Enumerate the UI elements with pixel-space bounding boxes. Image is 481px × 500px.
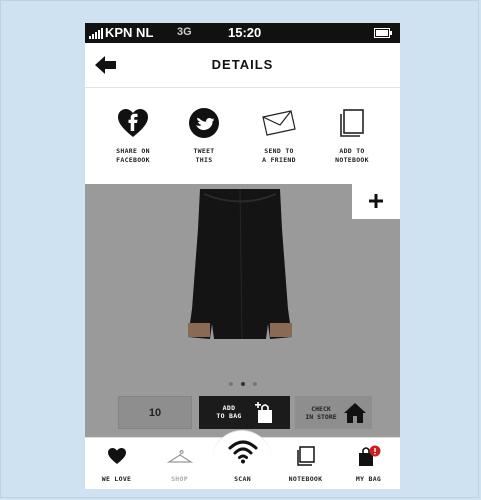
tab-shop[interactable]: SHOP (148, 438, 211, 489)
plus-icon (369, 194, 383, 208)
carrier-name: KPN NL (105, 25, 154, 40)
page-title: DETAILS (211, 57, 274, 72)
tab-my-bag-label: MY BAG (355, 475, 382, 483)
tab-we-love[interactable]: WE LOVE (85, 438, 148, 489)
add-to-bag-button[interactable]: ADD TO BAG (199, 396, 290, 429)
tab-bar: WE LOVE SHOP SCAN NOTEBOOK MY BAG (85, 430, 400, 489)
bag-plus-icon (255, 402, 272, 423)
envelope-icon (262, 110, 296, 136)
tab-shop-label: SHOP (171, 475, 188, 483)
tweet-label-1: TWEET (193, 147, 215, 155)
share-facebook-label-1: SHARE ON (116, 147, 150, 155)
phone-screen: KPN NL 3G 15:20 DETAILS SHARE ON FACEBOO… (85, 23, 400, 489)
tab-scan[interactable]: SCAN (211, 438, 274, 489)
twitter-bird-icon (189, 108, 219, 138)
nav-bar: DETAILS (85, 43, 400, 88)
shopping-bag-icon (358, 445, 380, 466)
wifi-scan-icon (228, 440, 257, 464)
page-dot[interactable] (228, 382, 233, 386)
notebook-label-1: ADD TO (339, 147, 365, 155)
battery-icon (374, 28, 392, 38)
facebook-heart-icon (118, 109, 148, 137)
send-to-friend-button[interactable]: SEND TO A FRIEND (244, 106, 314, 165)
page-dot-active[interactable] (240, 382, 245, 386)
notebook-label-2: NOTEBOOK (335, 156, 369, 164)
check-store-label-1: CHECK (311, 405, 331, 413)
add-to-bag-label-1: ADD (222, 404, 236, 412)
gallery-pagination (85, 373, 400, 391)
heart-icon (107, 448, 126, 464)
hanger-icon (166, 450, 193, 463)
notebook-icon (340, 109, 364, 137)
send-friend-label-2: A FRIEND (262, 156, 296, 164)
page-dot[interactable] (252, 382, 257, 386)
tab-my-bag[interactable]: MY BAG (337, 438, 400, 489)
tweet-button[interactable]: TWEET THIS (169, 106, 239, 165)
notebook-tab-icon (296, 446, 315, 466)
tab-scan-label: SCAN (234, 475, 251, 483)
zoom-plus-button[interactable] (352, 184, 400, 219)
share-actions: SHARE ON FACEBOOK TWEET THIS SEND TO A F… (85, 88, 400, 184)
tab-notebook[interactable]: NOTEBOOK (274, 438, 337, 489)
status-bar: KPN NL 3G 15:20 (85, 23, 400, 43)
signal-icon (89, 28, 103, 39)
product-image-jacket (188, 189, 292, 340)
check-store-label-2: IN STORE (305, 413, 337, 421)
quantity-field[interactable]: 10 (118, 396, 192, 429)
status-time: 15:20 (228, 25, 262, 40)
network-type: 3G (177, 26, 192, 38)
share-facebook-button[interactable]: SHARE ON FACEBOOK (98, 106, 168, 165)
add-to-notebook-button[interactable]: ADD TO NOTEBOOK (317, 106, 387, 165)
tab-notebook-label: NOTEBOOK (288, 475, 323, 483)
store-house-icon (344, 403, 366, 423)
send-friend-label-1: SEND TO (264, 147, 294, 155)
add-to-bag-label-2: TO BAG (216, 412, 242, 420)
product-gallery[interactable]: 10 ADD TO BAG CHECK IN STORE (85, 184, 400, 437)
check-in-store-button[interactable]: CHECK IN STORE (295, 396, 372, 429)
share-facebook-label-2: FACEBOOK (116, 156, 150, 164)
tab-we-love-label: WE LOVE (101, 475, 132, 483)
tweet-label-2: THIS (195, 156, 213, 164)
